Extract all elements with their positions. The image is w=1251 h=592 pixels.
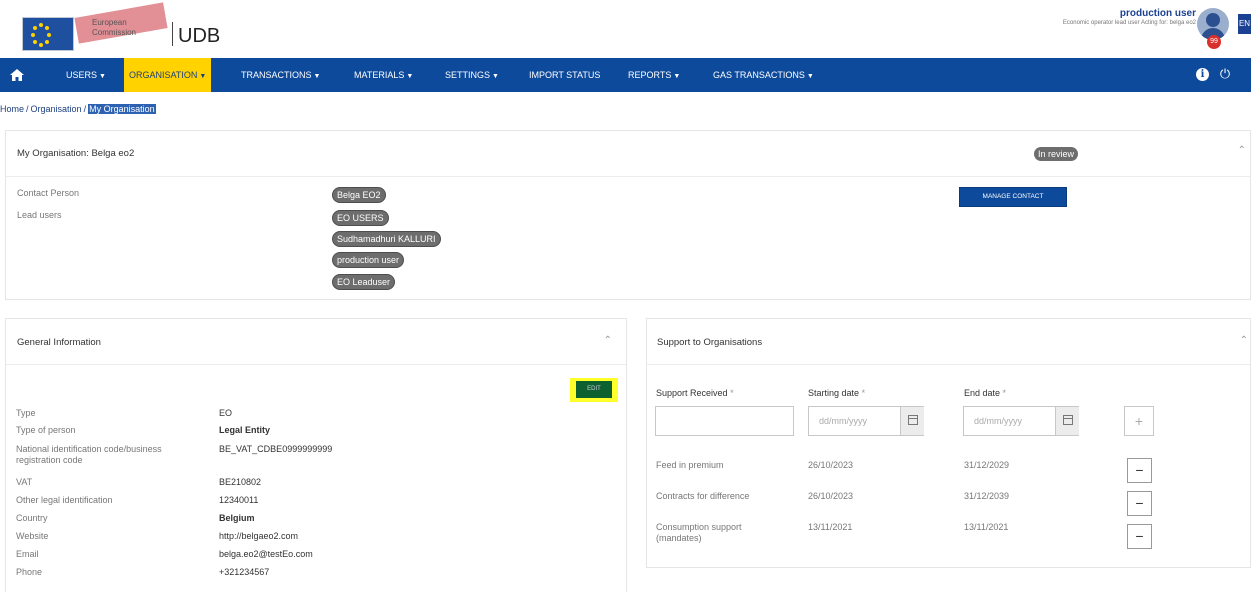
support-end-date: 31/12/2029 [964, 460, 1010, 470]
support-type: Feed in premium [656, 460, 724, 470]
caret-down-icon: ▼ [673, 73, 681, 80]
country-label: Country [16, 513, 48, 523]
status-badge: In review [1034, 147, 1079, 161]
notification-badge[interactable]: 99 [1207, 35, 1221, 49]
starting-date-header: Starting date * [808, 388, 866, 398]
manage-contact-button[interactable]: MANAGE CONTACT [959, 187, 1067, 207]
nav-import-status[interactable]: IMPORT STATUS [525, 58, 604, 92]
logo-divider [172, 22, 173, 46]
end-date-header: End date * [964, 388, 1007, 398]
country-value: Belgium [219, 513, 255, 523]
nav-gas-transactions[interactable]: GAS TRANSACTIONS ▼ [709, 58, 818, 92]
card-header[interactable]: General Information ⌃ [6, 319, 626, 365]
breadcrumb: Home / Organisation / My Organisation [0, 104, 156, 114]
app-header: European Commission UDB production user … [0, 0, 1251, 58]
type-of-person-value: Legal Entity [219, 425, 271, 435]
email-label: Email [16, 549, 39, 559]
calendar-icon[interactable] [1055, 407, 1079, 435]
support-type: Contracts for difference [656, 491, 750, 501]
commission-logo-text: European Commission [92, 18, 137, 37]
lead-user-pill: production user [333, 253, 404, 267]
card-header[interactable]: Support to Organisations ⌃ [647, 319, 1250, 365]
lead-user-pill: EO USERS [333, 211, 388, 225]
end-date-input[interactable]: dd/mm/yyyy [963, 406, 1079, 436]
remove-support-button[interactable]: − [1127, 458, 1152, 483]
type-label: Type [16, 408, 36, 418]
support-start-date: 13/11/2021 [808, 522, 853, 532]
contact-person-pill: Belga EO2 [333, 188, 385, 202]
type-of-person-label: Type of person [16, 425, 76, 435]
caret-down-icon: ▼ [99, 73, 106, 80]
contact-person-label: Contact Person [17, 188, 80, 198]
user-role: Economic operator lead user Acting for: … [1062, 20, 1196, 26]
support-title: Support to Organisations [657, 337, 763, 348]
breadcrumb-home[interactable]: Home [0, 104, 24, 114]
logout-icon[interactable]: ⏻ [1217, 66, 1233, 82]
other-legal-id-label: Other legal identification [16, 495, 113, 505]
caret-down-icon: ▼ [199, 73, 207, 80]
app-name: UDB [178, 25, 221, 47]
caret-down-icon: ▼ [492, 73, 499, 80]
breadcrumb-current: My Organisation [88, 104, 156, 114]
chevron-up-icon[interactable]: ⌃ [1238, 145, 1246, 156]
edit-button[interactable]: EDIT [576, 381, 612, 398]
starting-date-input[interactable]: dd/mm/yyyy [808, 406, 924, 436]
lead-users-label: Lead users [17, 210, 62, 220]
lead-user-pill: EO Leaduser [333, 275, 395, 289]
caret-down-icon: ▼ [406, 73, 414, 80]
caret-down-icon: ▼ [806, 73, 814, 80]
add-support-button[interactable]: + [1124, 406, 1154, 436]
support-start-date: 26/10/2023 [808, 460, 854, 470]
chevron-up-icon[interactable]: ⌃ [1240, 335, 1248, 346]
support-end-date: 13/11/2021 [964, 522, 1009, 532]
lead-user-pill: Sudhamadhuri KALLURI [333, 232, 440, 246]
nav-users[interactable]: USERS ▼ [62, 58, 110, 92]
main-nav: USERS ▼ ORGANISATION ▼ TRANSACTIONS ▼ MATER… [0, 58, 1251, 92]
remove-support-button[interactable]: − [1127, 491, 1152, 516]
breadcrumb-organisation[interactable]: Organisation [31, 104, 82, 114]
email-value[interactable]: belga.eo2@testEo.com [219, 549, 313, 559]
nav-reports[interactable]: REPORTS ▼ [624, 58, 684, 92]
type-value: EO [219, 408, 233, 418]
website-value[interactable]: http://belgaeo2.com [219, 531, 298, 541]
website-label: Website [16, 531, 49, 541]
support-type: Consumption support (mandates) [656, 522, 742, 543]
nav-organisation[interactable]: ORGANISATION ▼ [124, 58, 212, 92]
eu-flag-logo [22, 17, 74, 51]
other-legal-id-value: 12340011 [219, 495, 259, 505]
calendar-icon[interactable] [900, 407, 924, 435]
user-name[interactable]: production user [1120, 8, 1196, 19]
general-info-title: General Information [17, 337, 101, 348]
remove-support-button[interactable]: − [1127, 524, 1152, 549]
phone-value: +321234567 [219, 567, 270, 577]
edit-button-highlight: EDIT [570, 378, 618, 402]
support-end-date: 31/12/2039 [964, 491, 1010, 501]
chevron-up-icon[interactable]: ⌃ [604, 335, 612, 346]
vat-value: BE210802 [219, 477, 262, 487]
home-icon[interactable] [10, 69, 24, 81]
nav-transactions[interactable]: TRANSACTIONS ▼ [237, 58, 324, 92]
info-icon[interactable]: i [1196, 68, 1209, 81]
support-start-date: 26/10/2023 [808, 491, 854, 501]
support-received-input[interactable] [655, 406, 794, 436]
org-card-title: My Organisation: Belga eo2 [17, 148, 135, 159]
support-received-header: Support Received * [656, 388, 734, 398]
nav-settings[interactable]: SETTINGS ▼ [441, 58, 503, 92]
vat-label: VAT [16, 477, 33, 487]
phone-label: Phone [16, 567, 43, 577]
caret-down-icon: ▼ [313, 73, 321, 80]
nav-materials[interactable]: MATERIALS ▼ [350, 58, 417, 92]
national-id-label: National identification code/business re… [16, 444, 162, 465]
national-id-value: BE_VAT_CDBE0999999999 [219, 444, 333, 454]
language-button[interactable]: EN [1238, 14, 1251, 34]
